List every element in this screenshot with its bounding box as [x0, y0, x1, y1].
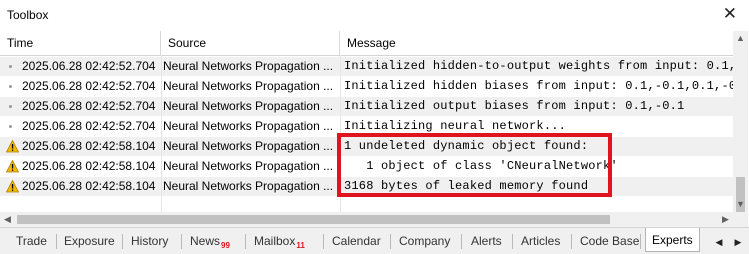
log-row[interactable]: 2025.06.28 02:42:52.704 Neural Networks P…	[0, 97, 733, 116]
tab-scroll-right-icon[interactable]: ▶	[733, 236, 743, 248]
info-dot-icon	[6, 57, 20, 76]
horizontal-scrollbar[interactable]: ◀ ▶	[0, 212, 733, 227]
column-divider	[161, 55, 162, 212]
log-message: Initialized hidden-to-output weights fro…	[344, 59, 733, 73]
tab-divider	[181, 234, 182, 249]
log-source: Neural Networks Propagation ...	[163, 139, 334, 153]
warning-icon	[6, 177, 20, 196]
tab-label: Code Base	[580, 234, 640, 248]
tab-exposure[interactable]: Exposure	[64, 232, 115, 250]
scrollbar-corner	[733, 212, 748, 227]
tab-articles[interactable]: Articles	[521, 232, 560, 250]
tab-divider	[323, 234, 324, 249]
log-time: 2025.06.28 02:42:58.104	[22, 179, 156, 193]
info-dot-icon	[6, 117, 20, 136]
log-source: Neural Networks Propagation ...	[163, 159, 334, 173]
log-source: Neural Networks Propagation ...	[163, 179, 334, 193]
tab-trade[interactable]: Trade	[16, 232, 47, 250]
tab-scroll-left-icon[interactable]: ◀	[714, 236, 724, 248]
tab-calendar[interactable]: Calendar	[332, 232, 381, 250]
scroll-right-icon[interactable]: ▶	[718, 212, 733, 227]
tab-divider	[122, 234, 123, 249]
tab-divider	[245, 234, 246, 249]
log-time: 2025.06.28 02:42:52.704	[22, 99, 156, 113]
tab-divider	[461, 234, 462, 249]
log-time: 2025.06.28 02:42:58.104	[22, 159, 156, 173]
column-header-message[interactable]: Message	[340, 31, 733, 55]
tab-news[interactable]: News99	[190, 232, 230, 250]
tab-code-base[interactable]: Code Base	[580, 232, 639, 250]
log-time: 2025.06.28 02:42:52.704	[22, 119, 156, 133]
log-source: Neural Networks Propagation ...	[163, 59, 334, 73]
tab-label: Trade	[16, 234, 47, 248]
log-row[interactable]: 2025.06.28 02:42:52.704 Neural Networks P…	[0, 57, 733, 76]
tab-label: Alerts	[471, 234, 502, 248]
toolbox-titlebar: Toolbox ✕	[0, 0, 749, 31]
warning-icon	[6, 137, 20, 156]
memory-leak-highlight-box	[337, 133, 612, 197]
tab-label: History	[131, 234, 169, 248]
vertical-scrollbar[interactable]: ▲ ▼	[733, 31, 748, 217]
log-source: Neural Networks Propagation ...	[163, 99, 334, 113]
warning-icon	[6, 157, 20, 176]
horizontal-scroll-thumb[interactable]	[17, 215, 610, 224]
scroll-left-icon[interactable]: ◀	[0, 212, 15, 227]
tab-experts[interactable]: Experts	[645, 228, 700, 252]
tab-divider	[512, 234, 513, 249]
scroll-up-icon[interactable]: ▲	[733, 31, 748, 46]
tab-label: Mailbox	[254, 234, 296, 248]
tab-label: Company	[399, 234, 451, 248]
log-time: 2025.06.28 02:42:52.704	[22, 79, 156, 93]
tab-count-badge: 11	[296, 241, 305, 250]
column-header-source[interactable]: Source	[161, 31, 340, 55]
log-message: Initialized hidden biases from input: 0.…	[344, 79, 733, 93]
log-time: 2025.06.28 02:42:58.104	[22, 139, 156, 153]
log-row[interactable]: 2025.06.28 02:42:52.704 Neural Networks P…	[0, 77, 733, 96]
tab-count-badge: 99	[221, 241, 230, 250]
info-dot-icon	[6, 77, 20, 96]
log-time: 2025.06.28 02:42:52.704	[22, 59, 156, 73]
tab-label: Exposure	[64, 234, 115, 248]
tab-label: Calendar	[332, 234, 381, 248]
tab-divider	[571, 234, 572, 249]
window-title: Toolbox	[7, 8, 49, 22]
tab-alerts[interactable]: Alerts	[471, 232, 502, 250]
tab-company[interactable]: Company	[399, 232, 450, 250]
column-header-time[interactable]: Time	[0, 31, 161, 55]
info-dot-icon	[6, 97, 20, 116]
log-source: Neural Networks Propagation ...	[163, 79, 334, 93]
scroll-down-icon[interactable]: ▼	[733, 197, 748, 212]
tab-mailbox[interactable]: Mailbox11	[254, 232, 305, 250]
toolbox-tab-bar: ◀ ▶ Trade Exposure History News99 Mailbox11 C…	[0, 227, 749, 254]
log-message: Initialized output biases from input: 0.…	[344, 99, 685, 113]
column-header-row: Time Source Message	[0, 31, 733, 56]
tab-label: Experts	[652, 233, 693, 247]
tab-label: News	[190, 234, 221, 248]
tab-label: Articles	[521, 234, 561, 248]
tab-divider	[390, 234, 391, 249]
close-icon[interactable]: ✕	[723, 5, 737, 22]
tab-divider	[56, 234, 57, 249]
tab-divider	[640, 234, 641, 249]
tab-history[interactable]: History	[131, 232, 168, 250]
log-source: Neural Networks Propagation ...	[163, 119, 334, 133]
